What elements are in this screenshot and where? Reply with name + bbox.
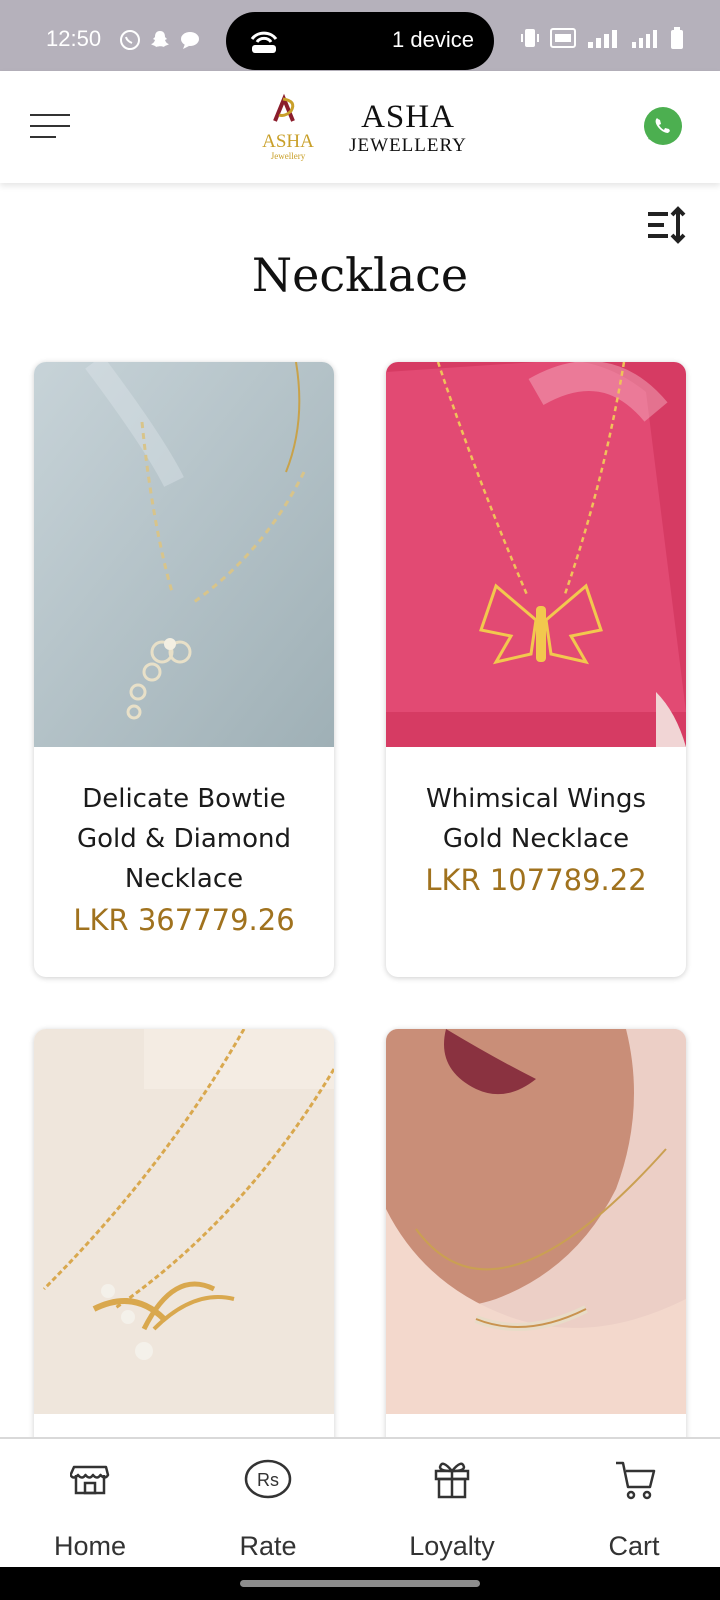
sort-icon[interactable] (646, 206, 686, 244)
nav-rate-label: Rate (239, 1531, 297, 1561)
nav-home[interactable]: Home (0, 1439, 180, 1569)
whatsapp-notification-icon (118, 28, 142, 52)
product-card[interactable] (386, 1029, 686, 1489)
nav-rate[interactable]: Rs Rate (178, 1439, 358, 1569)
product-info: Whimsical Wings Gold Necklace LKR 107789… (386, 747, 686, 897)
product-card[interactable]: Whimsical Wings Gold Necklace LKR 107789… (386, 362, 686, 977)
battery-icon (670, 26, 684, 54)
chat-notification-icon (178, 28, 202, 52)
nav-cart[interactable]: Cart (544, 1439, 720, 1569)
hotspot-icon (250, 31, 278, 53)
volte-icon (550, 26, 576, 54)
logo-text: ASHA (262, 131, 314, 152)
product-name: Delicate Bowtie Gold & Diamond Necklace (77, 784, 291, 894)
signal-4g-icon (586, 26, 620, 54)
notification-icons (118, 28, 202, 52)
rupee-badge-icon: Rs (244, 1459, 292, 1499)
brand-name: ASHA (361, 99, 455, 135)
home-gesture-handle[interactable] (240, 1580, 480, 1587)
product-image[interactable] (34, 1029, 334, 1414)
gift-icon (434, 1462, 470, 1499)
whatsapp-icon[interactable] (643, 106, 683, 146)
brand-logo: ASHA Jewellery (253, 93, 323, 161)
product-price: LKR 367779.26 (73, 903, 295, 937)
nav-loyalty[interactable]: Loyalty (362, 1439, 542, 1569)
snapchat-notification-icon (148, 28, 172, 52)
system-status-icons (520, 26, 684, 54)
status-time: 12:50 (46, 26, 102, 51)
cart-icon (616, 1461, 656, 1500)
nav-cart-label: Cart (608, 1531, 660, 1561)
product-name: Whimsical Wings Gold Necklace (425, 784, 647, 854)
nav-home-label: Home (53, 1531, 127, 1561)
product-image[interactable] (386, 1029, 686, 1414)
nav-loyalty-label: Loyalty (409, 1531, 495, 1561)
app-screen: 12:50 1 device ASHA Jewellery ASHA JEWEL… (0, 0, 720, 1600)
product-info: Delicate Bowtie Gold & Diamond Necklace … (34, 747, 334, 937)
vibrate-icon (520, 26, 540, 54)
product-image[interactable] (34, 362, 334, 747)
bottom-navigation: Home Rs Rate Loyalty Cart (0, 1437, 720, 1567)
hotspot-label: 1 device (392, 27, 474, 52)
signal-icon (630, 26, 660, 54)
store-icon (70, 1465, 110, 1495)
system-gesture-bar (0, 1567, 720, 1600)
product-image[interactable] (386, 362, 686, 747)
logo-subtext: Jewellery (271, 151, 306, 161)
product-card[interactable] (34, 1029, 334, 1489)
hotspot-indicator[interactable]: 1 device (226, 12, 494, 70)
hamburger-menu-icon[interactable] (30, 110, 72, 142)
product-card[interactable]: Delicate Bowtie Gold & Diamond Necklace … (34, 362, 334, 977)
svg-text:Rs: Rs (257, 1470, 279, 1490)
page-title: Necklace (251, 248, 469, 302)
brand-subtitle: JEWELLERY (349, 135, 467, 156)
app-header: ASHA Jewellery ASHA JEWELLERY (0, 71, 720, 183)
product-price: LKR 107789.22 (425, 863, 647, 897)
status-bar: 12:50 1 device (0, 0, 720, 71)
